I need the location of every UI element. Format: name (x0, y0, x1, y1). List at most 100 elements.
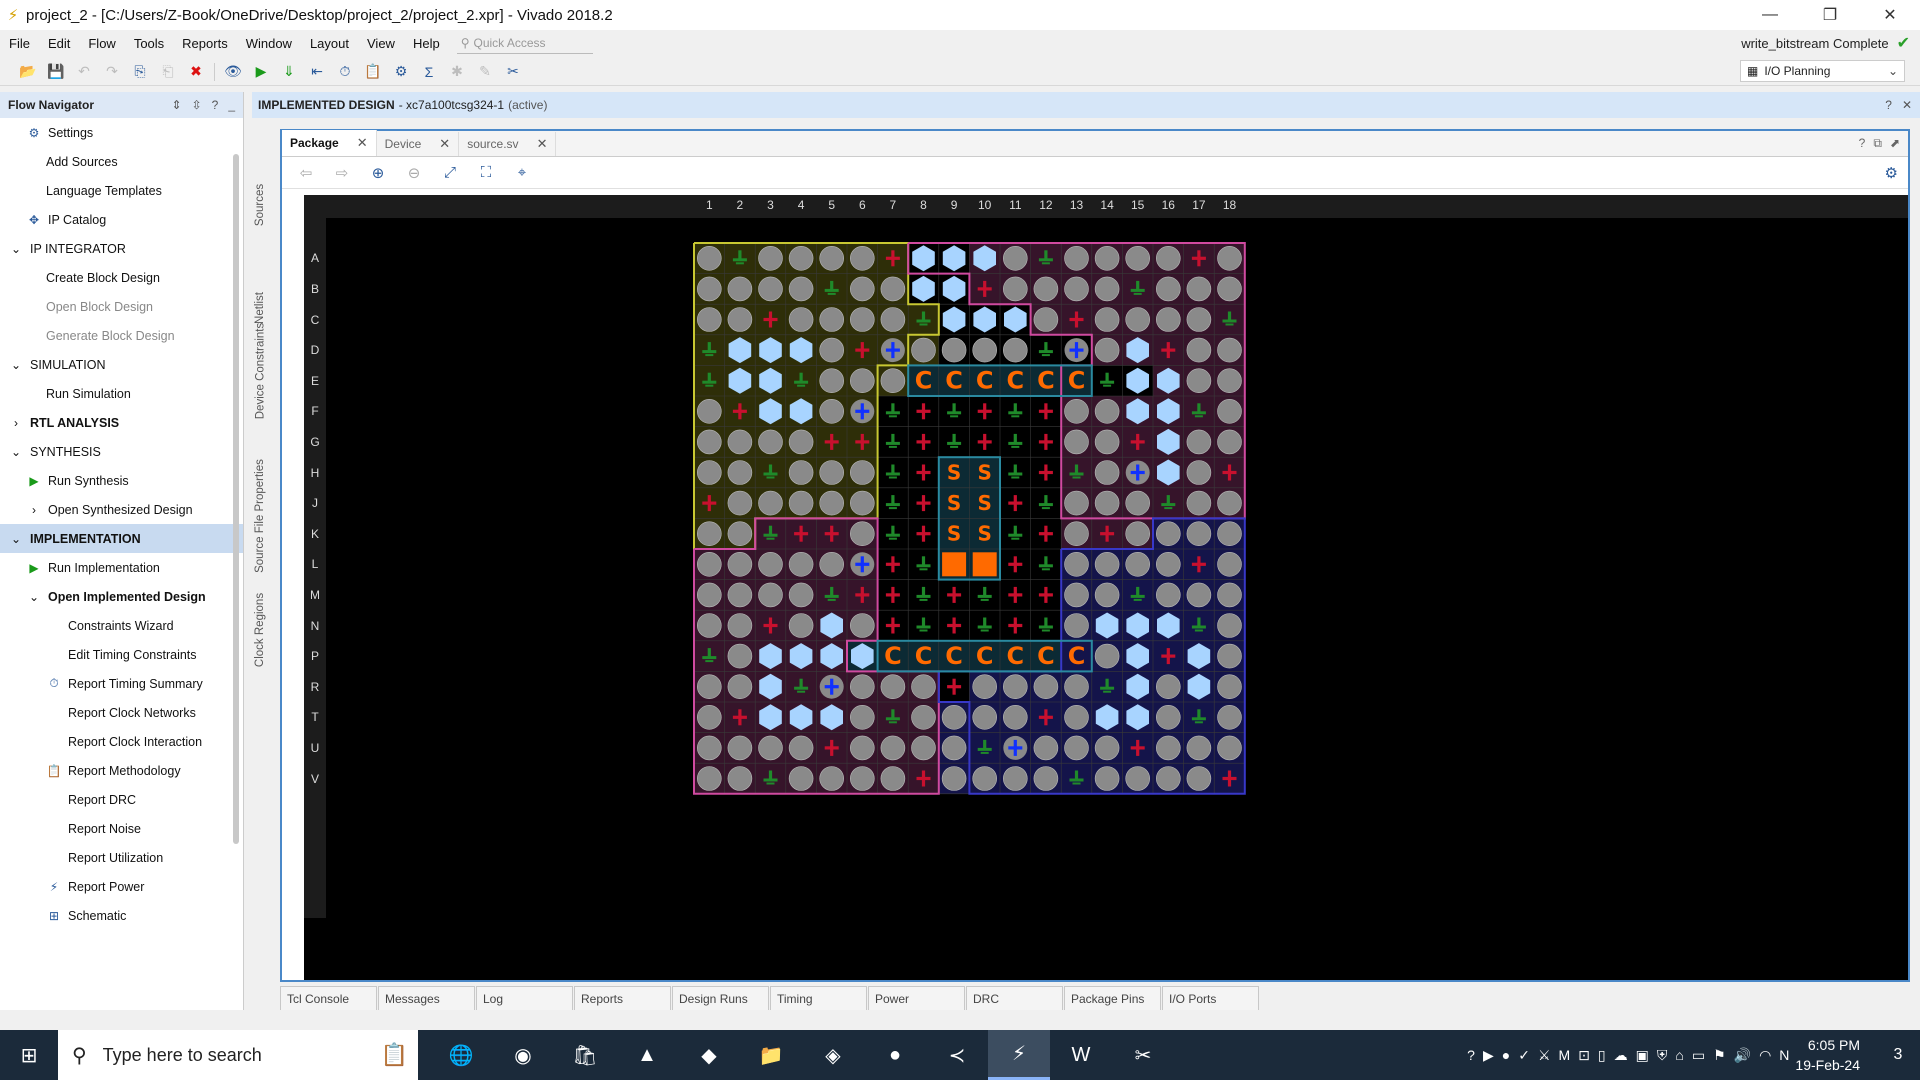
power-pin[interactable] (1161, 348, 1176, 352)
debug-icon[interactable]: ✱ (443, 60, 471, 84)
volume-icon[interactable]: 🔊 (1734, 1047, 1751, 1064)
io-pin[interactable] (788, 735, 814, 761)
bottom-tab-tcl-console[interactable]: Tcl Console (280, 986, 377, 1010)
io-pin[interactable] (911, 337, 936, 363)
expand-icon[interactable]: ⇳ (192, 98, 202, 112)
io-pin[interactable] (1094, 582, 1120, 608)
windows-start-icon[interactable]: ⊞ (0, 1030, 58, 1080)
power-pin[interactable] (1038, 532, 1053, 536)
io-pin[interactable] (727, 429, 753, 455)
ground-pin[interactable] (707, 372, 711, 382)
ground-pin[interactable] (1197, 403, 1201, 413)
io-pin[interactable] (819, 337, 845, 363)
ground-pin[interactable] (763, 533, 778, 537)
ground-pin[interactable] (888, 507, 897, 510)
ground-pin[interactable] (799, 372, 803, 382)
power-pin[interactable] (1222, 470, 1237, 475)
flow-nav-item-report-drc[interactable]: Report DRC (0, 785, 243, 814)
sigma-icon[interactable]: Σ (415, 60, 443, 84)
io-pin[interactable] (1064, 429, 1089, 455)
ground-pin[interactable] (888, 721, 897, 724)
tab-source-sv[interactable]: source.sv ✕ (459, 132, 557, 156)
io-pin[interactable] (1217, 613, 1242, 638)
power-pin[interactable] (1038, 470, 1053, 475)
ground-pin[interactable] (983, 739, 987, 749)
drive-icon[interactable]: ▲ (616, 1030, 678, 1080)
io-pin[interactable] (1033, 674, 1059, 700)
power-pin[interactable] (763, 623, 778, 628)
power-pin[interactable] (885, 593, 900, 597)
redo-icon[interactable]: ↷ (98, 60, 126, 84)
menu-window[interactable]: Window (237, 36, 301, 51)
forward-arrow-icon[interactable]: ⇨ (324, 164, 360, 182)
ground-pin[interactable] (1038, 258, 1053, 262)
power-pin[interactable] (1100, 532, 1115, 536)
menu-layout[interactable]: Layout (301, 36, 358, 51)
io-pin[interactable] (880, 766, 906, 791)
bottom-tab-log[interactable]: Log (476, 986, 573, 1010)
ground-pin[interactable] (1194, 721, 1203, 724)
power-pin[interactable] (855, 348, 870, 352)
power-pin[interactable] (1038, 409, 1053, 413)
io-pin[interactable] (972, 704, 998, 730)
ground-pin[interactable] (1136, 586, 1140, 596)
ground-pin[interactable] (1103, 384, 1112, 387)
tools-icon[interactable]: ✂ (499, 60, 527, 84)
ground-pin[interactable] (885, 717, 900, 721)
ground-pin[interactable] (763, 472, 778, 476)
power-pin[interactable] (1038, 440, 1053, 444)
ground-pin[interactable] (977, 747, 992, 751)
ground-pin[interactable] (947, 411, 962, 415)
zoom-out-icon[interactable]: ⊖ (396, 164, 432, 182)
flow-nav-item-language-templates[interactable]: Language Templates (0, 176, 243, 205)
ground-pin[interactable] (1072, 476, 1081, 479)
ground-pin[interactable] (1105, 678, 1109, 688)
io-pin[interactable] (849, 613, 875, 638)
ground-pin[interactable] (952, 403, 956, 413)
clock-pin[interactable] (1008, 746, 1023, 750)
menu-reports[interactable]: Reports (173, 36, 237, 51)
ground-pin[interactable] (1038, 625, 1053, 629)
ground-pin[interactable] (885, 533, 900, 537)
ground-pin[interactable] (1222, 319, 1237, 323)
ground-pin[interactable] (885, 441, 900, 445)
vivado-taskbar-icon[interactable]: ⚡ (988, 1030, 1050, 1080)
ground-pin[interactable] (1191, 625, 1206, 629)
power-pin[interactable] (824, 532, 839, 536)
ground-pin[interactable] (888, 537, 897, 540)
io-pin[interactable] (788, 307, 814, 332)
io-pin[interactable] (1217, 429, 1242, 455)
zoom-selection-icon[interactable]: ⛶ (468, 164, 504, 181)
ground-pin[interactable] (1044, 250, 1048, 260)
io-pin[interactable] (1217, 674, 1242, 700)
io-pin[interactable] (1064, 551, 1089, 577)
open-project-icon[interactable]: 📂 (14, 60, 42, 84)
flow-nav-item-run-implementation[interactable]: ▶ Run Implementation (0, 553, 243, 582)
io-pin[interactable] (696, 735, 722, 761)
io-pin[interactable] (758, 490, 783, 516)
io-pin[interactable] (1002, 337, 1028, 363)
ground-pin[interactable] (1100, 380, 1115, 384)
io-pin[interactable] (819, 490, 845, 516)
flow-nav-item-constraints-wizard[interactable]: Constraints Wizard (0, 611, 243, 640)
power-pin[interactable] (1222, 776, 1237, 781)
ground-pin[interactable] (1011, 476, 1020, 479)
config-c-pin[interactable]: C (976, 642, 994, 670)
taskbar-search[interactable]: ⚲ Type here to search 📋 (58, 1030, 418, 1080)
io-pin[interactable] (788, 429, 814, 455)
io-pin[interactable] (1064, 490, 1089, 516)
io-pin[interactable] (819, 307, 845, 332)
ground-pin[interactable] (1130, 288, 1145, 292)
flow-nav-item-edit-timing-constraints[interactable]: Edit Timing Constraints (0, 640, 243, 669)
ground-pin[interactable] (950, 445, 959, 448)
flow-nav-item-report-noise[interactable]: Report Noise (0, 814, 243, 843)
io-pin[interactable] (1155, 674, 1181, 700)
io-pin[interactable] (849, 276, 875, 302)
ground-pin[interactable] (977, 625, 992, 629)
word-icon[interactable]: W (1050, 1030, 1112, 1080)
undo-icon[interactable]: ↶ (70, 60, 98, 84)
io-pin[interactable] (1033, 735, 1059, 761)
power-pin[interactable] (1008, 623, 1023, 628)
io-pin[interactable] (1064, 613, 1089, 638)
io-pin[interactable] (696, 704, 722, 730)
